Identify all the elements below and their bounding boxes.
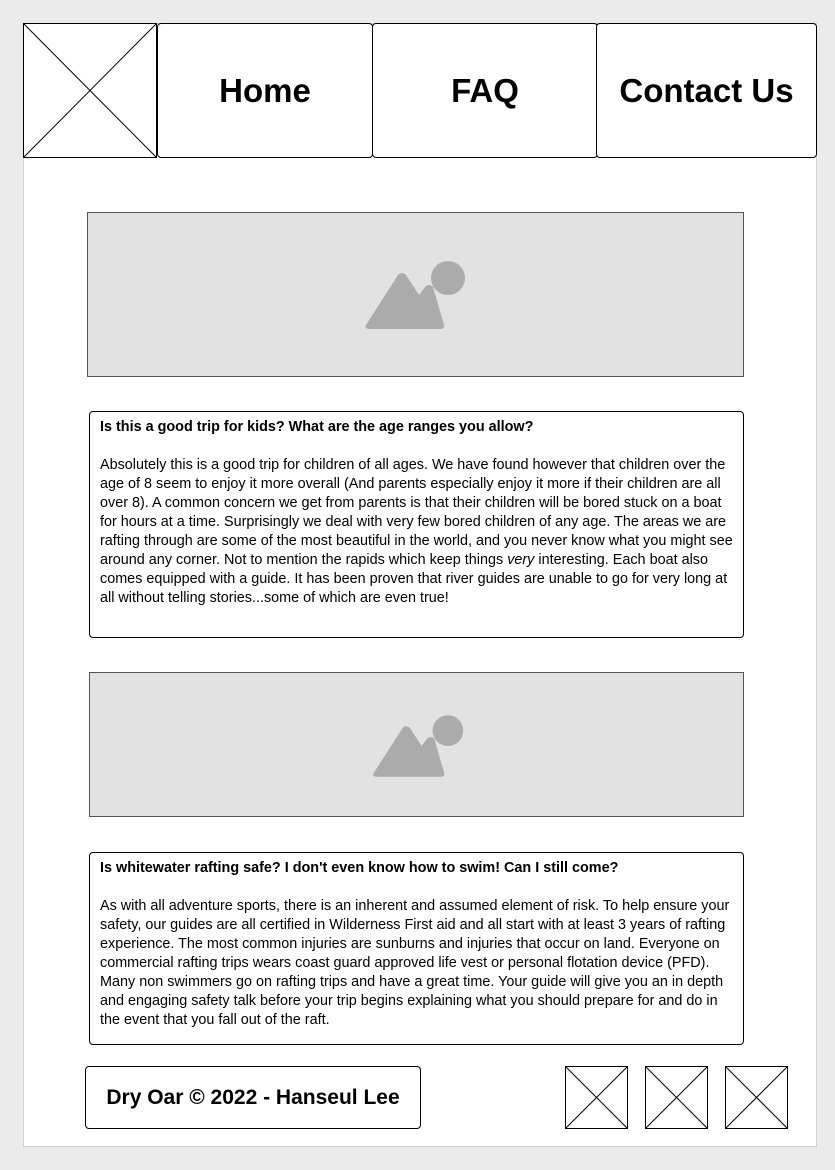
faq-card-safety: Is whitewater rafting safe? I don't even… [89,852,744,1045]
social-placeholder-x-icon[interactable] [645,1066,708,1129]
social-placeholder-x-icon[interactable] [725,1066,788,1129]
image-placeholder-mountain-icon [373,715,464,777]
faq-answer: As with all adventure sports, there is a… [100,898,730,1028]
faq-card-kids: Is this a good trip for kids? What are t… [89,411,744,638]
nav-home-button[interactable]: Home [157,23,373,158]
nav-contact-us-button[interactable]: Contact Us [596,23,817,158]
nav-faq-button[interactable]: FAQ [372,23,598,158]
footer-copyright: Dry Oar © 2022 - Hanseul Lee [85,1066,421,1129]
faq-question: Is this a good trip for kids? What are t… [100,419,534,435]
social-placeholder-x-icon[interactable] [565,1066,628,1129]
image-placeholder-1 [87,212,744,377]
faq-question: Is whitewater rafting safe? I don't even… [100,860,619,876]
faq-answer: Absolutely this is a good trip for child… [100,456,733,608]
logo-placeholder-icon[interactable] [23,23,157,158]
image-placeholder-mountain-icon [365,261,465,329]
image-placeholder-2 [89,672,744,817]
faq-answer-emphasis: very [507,552,535,568]
